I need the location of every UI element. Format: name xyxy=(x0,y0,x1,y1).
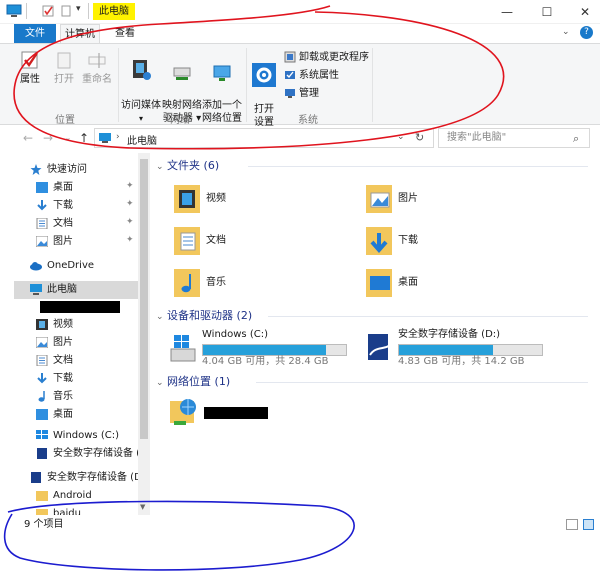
blue-annotation-ellipse xyxy=(3,500,355,571)
file-explorer-window: ▾ 此电脑 — ☐ ✕ 文件 计算机 查看 ⌄ ? 属性 打开 重命名 位置 访… xyxy=(0,0,600,577)
annotation-overlay xyxy=(3,5,505,571)
red-annotation-ellipse xyxy=(13,5,505,150)
